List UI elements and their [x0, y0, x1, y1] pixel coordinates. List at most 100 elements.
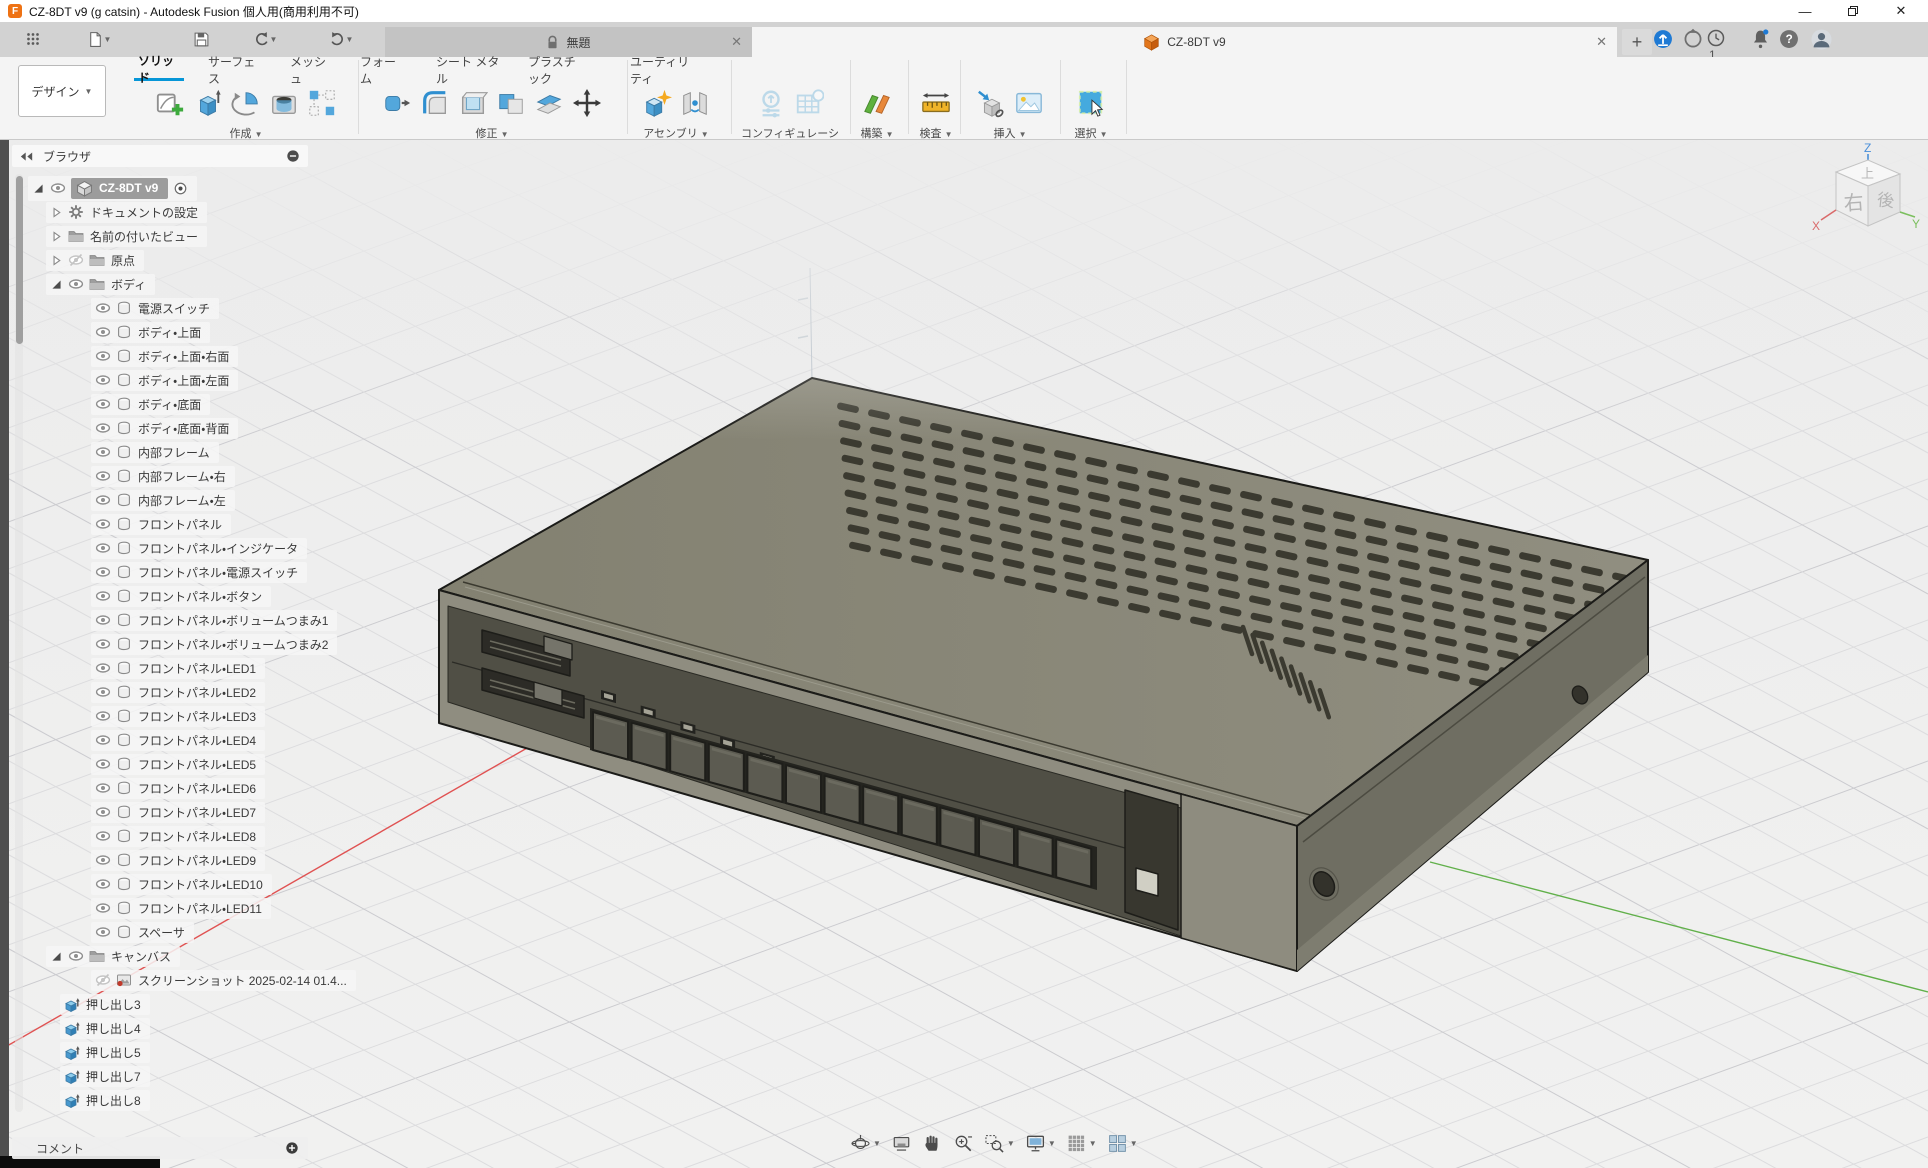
display-settings-button[interactable]: ▼: [1023, 1131, 1058, 1156]
fillet-button[interactable]: [417, 84, 453, 122]
redo-button[interactable]: ▼: [328, 26, 354, 52]
add-comment-icon[interactable]: [285, 1141, 299, 1155]
joint-button[interactable]: [677, 84, 713, 122]
tree-row[interactable]: ボディ・上面・右面: [12, 344, 312, 368]
visibility-eye-icon[interactable]: [68, 276, 84, 292]
hole-button[interactable]: [266, 84, 302, 122]
orbit-button[interactable]: ▼: [848, 1131, 883, 1156]
expander-icon[interactable]: [50, 206, 63, 219]
feature-row[interactable]: 押し出し3: [12, 992, 312, 1016]
look-at-button[interactable]: [889, 1131, 914, 1156]
shell-button[interactable]: [455, 84, 491, 122]
visibility-eye-icon[interactable]: [95, 372, 111, 388]
tree-row[interactable]: 電源スイッチ: [12, 296, 312, 320]
ribbon-tab-3[interactable]: メッシュ: [286, 59, 338, 81]
ribbon-tab-2[interactable]: サーフェス: [204, 59, 266, 81]
expander-icon[interactable]: [50, 950, 63, 963]
pan-button[interactable]: [920, 1131, 945, 1156]
pattern-button[interactable]: [304, 84, 340, 122]
job-status-button[interactable]: [1682, 28, 1706, 52]
app-grid-button[interactable]: [20, 26, 46, 52]
ribbon-group-label[interactable]: アセンブリ ▼: [636, 125, 716, 141]
tree-row[interactable]: フロントパネル・ボリュームつまみ1: [12, 608, 312, 632]
create-sketch-button[interactable]: [152, 84, 188, 122]
ribbon-group-label[interactable]: 挿入 ▼: [968, 125, 1052, 141]
visibility-eye-icon[interactable]: [95, 636, 111, 652]
ribbon-tab-1[interactable]: ソリッド: [134, 59, 184, 81]
version-history-button[interactable]: 1: [1706, 28, 1746, 52]
visibility-eye-icon[interactable]: [95, 876, 111, 892]
tree-row[interactable]: ボディ: [12, 272, 312, 296]
move-button[interactable]: [569, 84, 605, 122]
minus-circle-icon[interactable]: [286, 149, 300, 163]
tree-row[interactable]: 内部フレーム: [12, 440, 312, 464]
close-tab-icon[interactable]: ✕: [731, 34, 742, 50]
minimize-button[interactable]: —: [1788, 0, 1822, 22]
visibility-eye-icon[interactable]: [50, 180, 66, 196]
visibility-eye-icon[interactable]: [68, 252, 84, 268]
fit-button[interactable]: ▼: [982, 1131, 1017, 1156]
tree-row[interactable]: 内部フレーム・右: [12, 464, 312, 488]
notifications-button[interactable]: [1750, 28, 1774, 52]
tree-row[interactable]: キャンバス: [12, 944, 312, 968]
visibility-eye-icon[interactable]: [95, 516, 111, 532]
visibility-eye-icon[interactable]: [95, 540, 111, 556]
construct-plane-button[interactable]: [859, 84, 895, 122]
feature-row[interactable]: 押し出し8: [12, 1088, 312, 1112]
visibility-eye-icon[interactable]: [95, 324, 111, 340]
tree-row[interactable]: フロントパネル・ボリュームつまみ2: [12, 632, 312, 656]
tree-row[interactable]: ボディ・上面・左面: [12, 368, 312, 392]
visibility-eye-icon[interactable]: [95, 732, 111, 748]
expander-icon[interactable]: [50, 254, 63, 267]
restore-button[interactable]: [1836, 0, 1870, 22]
tree-row[interactable]: ボディ・上面: [12, 320, 312, 344]
visibility-eye-icon[interactable]: [95, 660, 111, 676]
visibility-eye-icon[interactable]: [95, 564, 111, 580]
document-tab-active[interactable]: CZ-8DT v9 ✕: [752, 27, 1617, 57]
insert-derive-button[interactable]: [973, 84, 1009, 122]
tree-row[interactable]: フロントパネル・インジケータ: [12, 536, 312, 560]
tree-row[interactable]: フロントパネル・ボタン: [12, 584, 312, 608]
visibility-eye-icon[interactable]: [95, 612, 111, 628]
tree-row[interactable]: フロントパネル・LED10: [12, 872, 312, 896]
tree-row[interactable]: スペーサ: [12, 920, 312, 944]
expander-icon[interactable]: [32, 182, 45, 195]
tree-row[interactable]: フロントパネル・LED5: [12, 752, 312, 776]
tree-row[interactable]: CZ-8DT v9: [12, 176, 312, 200]
save-button[interactable]: [188, 26, 214, 52]
view-cube[interactable]: 上 右 後 X Y Z: [1808, 140, 1923, 250]
grid-settings-button[interactable]: ▼: [1064, 1131, 1099, 1156]
visibility-eye-icon[interactable]: [95, 492, 111, 508]
visibility-eye-icon[interactable]: [95, 708, 111, 724]
new-component-button[interactable]: [639, 84, 675, 122]
ribbon-group-label[interactable]: 修正 ▼: [370, 125, 614, 141]
tree-row[interactable]: フロントパネル・LED9: [12, 848, 312, 872]
tree-row[interactable]: フロントパネル・LED11: [12, 896, 312, 920]
visibility-eye-icon[interactable]: [95, 684, 111, 700]
tree-row[interactable]: フロントパネル・電源スイッチ: [12, 560, 312, 584]
zoom-button[interactable]: [951, 1131, 976, 1156]
ribbon-tab-7[interactable]: ユーティリティ: [626, 59, 704, 81]
feature-row[interactable]: 押し出し7: [12, 1064, 312, 1088]
ribbon-tab-4[interactable]: フォーム: [356, 59, 410, 81]
help-button[interactable]: ?: [1778, 28, 1802, 52]
offset-face-button[interactable]: [531, 84, 567, 122]
tree-row[interactable]: フロントパネル: [12, 512, 312, 536]
visibility-eye-icon[interactable]: [95, 972, 111, 988]
visibility-eye-icon[interactable]: [95, 804, 111, 820]
visibility-eye-icon[interactable]: [95, 900, 111, 916]
select-button[interactable]: [1073, 84, 1109, 122]
measure-button[interactable]: [918, 84, 954, 122]
tree-row[interactable]: フロントパネル・LED4: [12, 728, 312, 752]
combine-button[interactable]: [493, 84, 529, 122]
visibility-eye-icon[interactable]: [95, 924, 111, 940]
visibility-eye-icon[interactable]: [95, 828, 111, 844]
canvas-button[interactable]: [1011, 84, 1047, 122]
visibility-eye-icon[interactable]: [95, 852, 111, 868]
ribbon-group-label[interactable]: 作成 ▼: [146, 125, 346, 141]
visibility-eye-icon[interactable]: [95, 468, 111, 484]
revolve-button[interactable]: [228, 84, 264, 122]
visibility-eye-icon[interactable]: [95, 444, 111, 460]
visibility-eye-icon[interactable]: [68, 948, 84, 964]
profile-avatar[interactable]: [1810, 28, 1834, 52]
